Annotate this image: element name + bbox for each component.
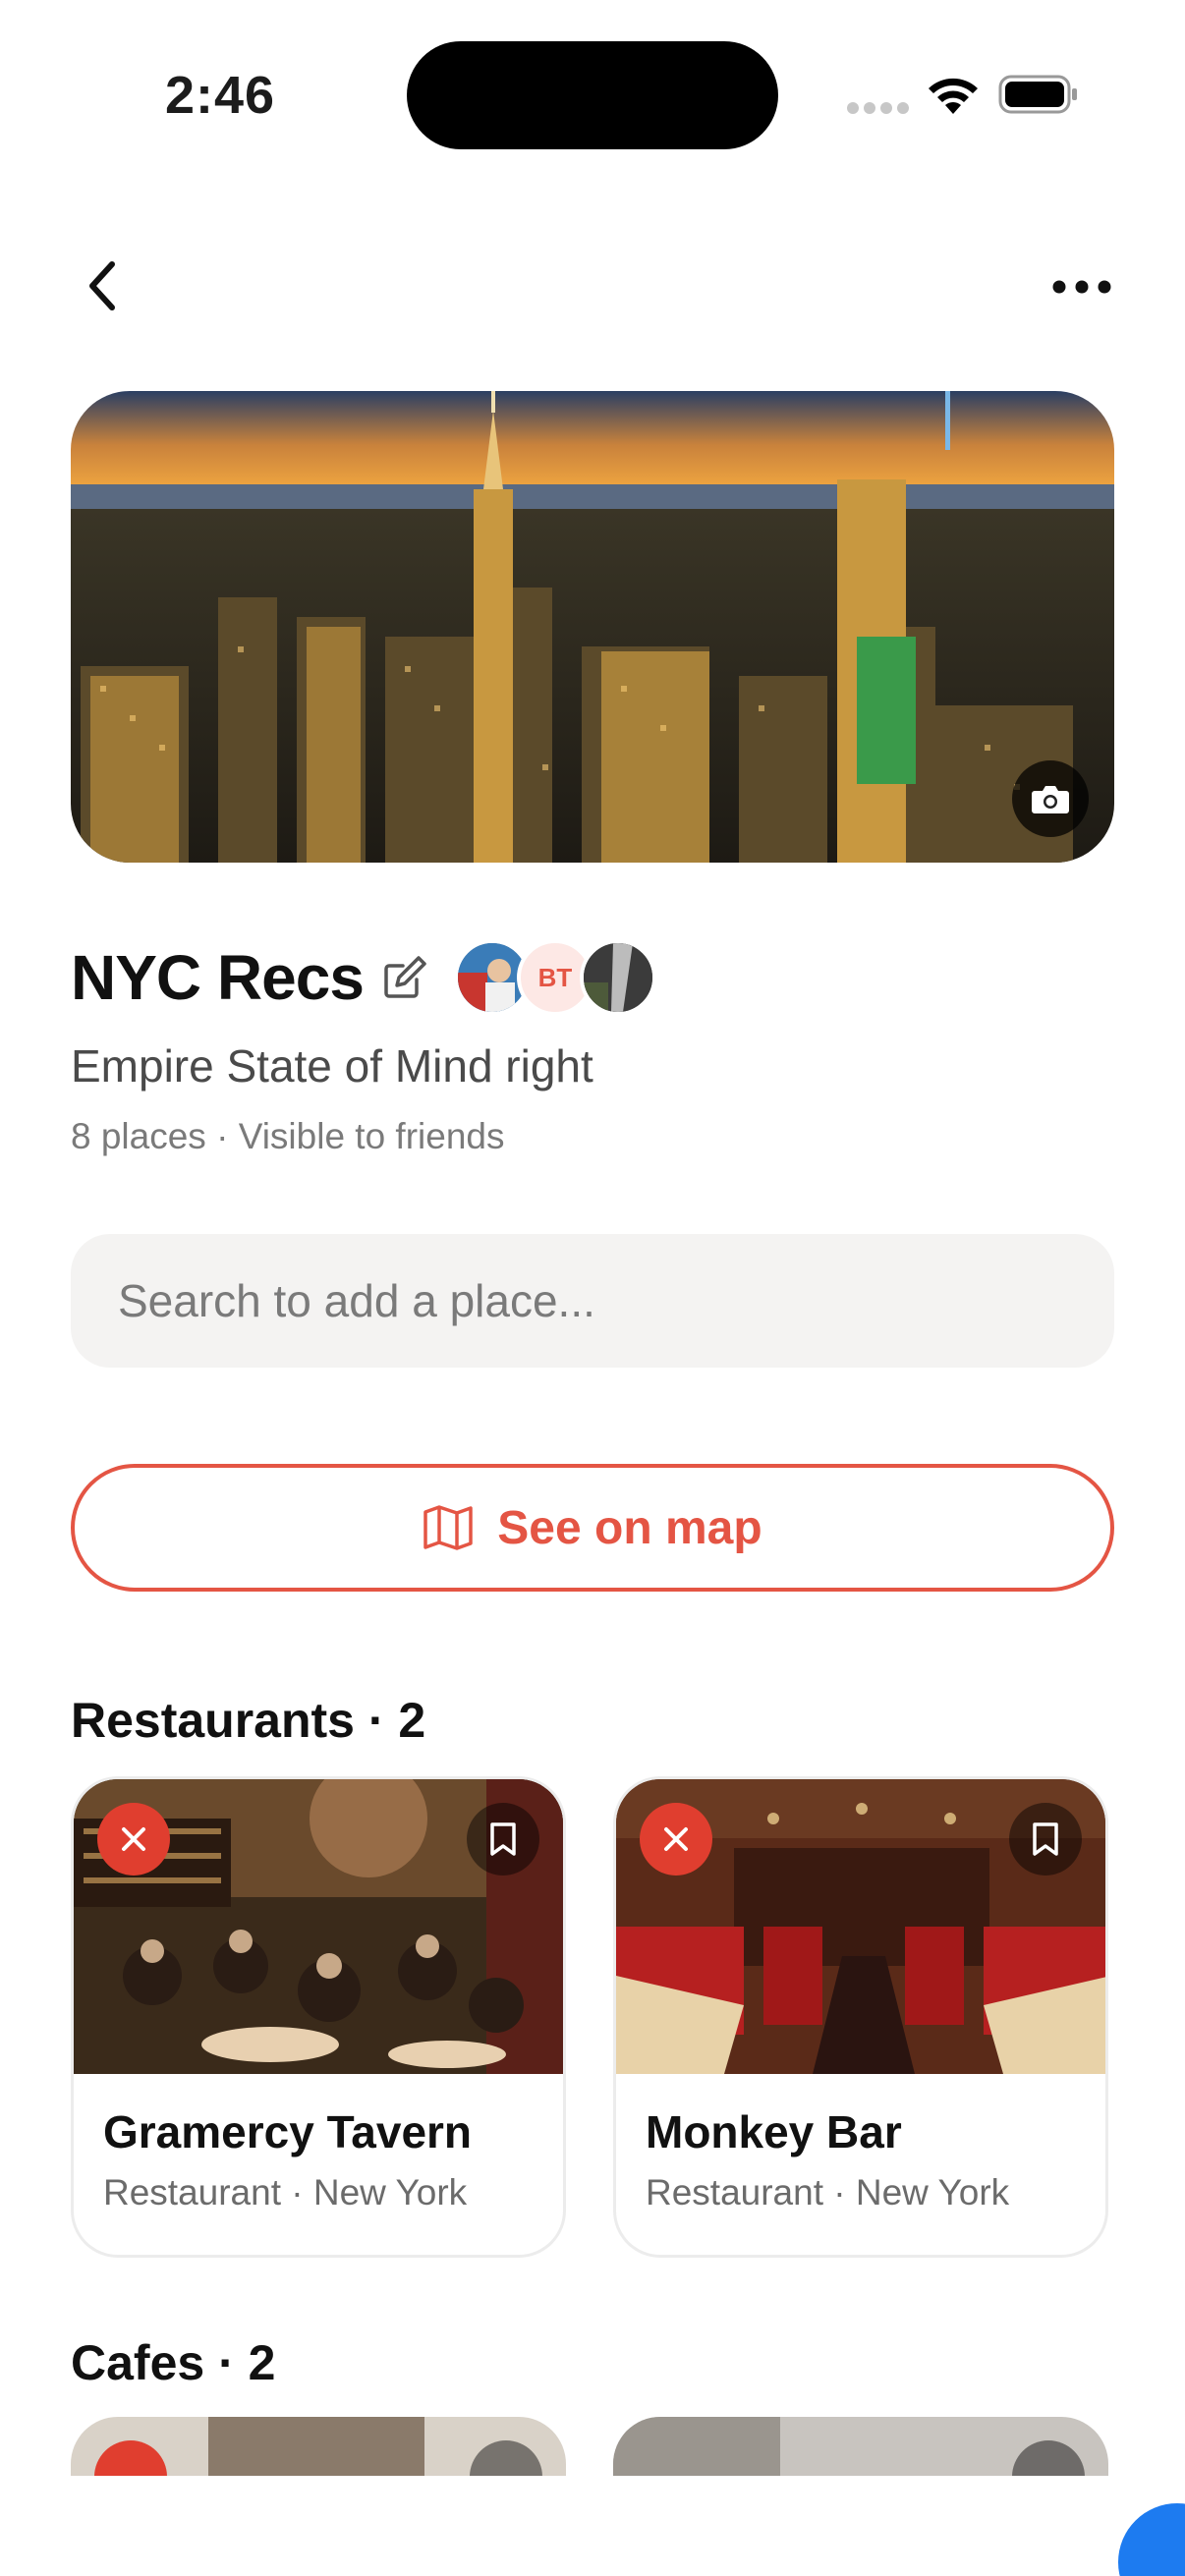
place-card[interactable]: Monkey Bar Restaurant · New York — [613, 1776, 1108, 2258]
list-title: NYC Recs — [71, 942, 365, 1013]
change-cover-button[interactable] — [1012, 760, 1089, 837]
close-icon — [122, 1827, 145, 1851]
bookmark-icon — [490, 1822, 516, 1856]
city-skyline-photo — [71, 391, 1114, 863]
status-time: 2:46 — [165, 66, 276, 125]
place-card[interactable]: Gramercy Tavern Restaurant · New York — [71, 1776, 566, 2258]
remove-place-button[interactable] — [94, 2440, 167, 2476]
avatar-initials: BT — [537, 962, 573, 992]
bookmark-button[interactable] — [1009, 1803, 1082, 1876]
list-cover-image[interactable] — [71, 391, 1114, 863]
avatar — [579, 939, 656, 1016]
place-photo — [208, 2417, 424, 2476]
list-meta: 8 places · Visible to friends — [71, 1116, 505, 1156]
place-subtitle: Restaurant · New York — [103, 2172, 468, 2212]
dynamic-island — [407, 41, 778, 149]
bookmark-button[interactable] — [467, 1803, 539, 1876]
section-title-cafes: Cafes · 2 — [71, 2335, 276, 2390]
floating-action-button[interactable] — [1118, 2503, 1185, 2576]
search-placeholder: Search to add a place... — [118, 1275, 595, 1326]
place-card[interactable] — [71, 2417, 566, 2476]
see-on-map-button[interactable]: See on map — [71, 1464, 1114, 1592]
place-subtitle: Restaurant · New York — [646, 2172, 1010, 2212]
see-on-map-label: See on map — [497, 1501, 762, 1554]
more-options-button[interactable] — [1047, 265, 1116, 308]
chevron-left-icon — [89, 261, 115, 310]
search-input[interactable]: Search to add a place... — [71, 1234, 1114, 1368]
list-header: NYC Recs BT — [71, 933, 656, 1022]
bookmark-icon — [1033, 1822, 1058, 1856]
back-button[interactable] — [77, 252, 128, 320]
status-bar: 2:46 — [0, 0, 1185, 187]
place-name: Gramercy Tavern — [103, 2106, 473, 2157]
close-icon — [664, 1827, 688, 1851]
remove-place-button[interactable] — [97, 1803, 170, 1876]
map-icon — [423, 1505, 474, 1550]
wifi-icon — [929, 78, 978, 114]
bookmark-button[interactable] — [470, 2440, 542, 2476]
bookmark-button[interactable] — [1012, 2440, 1085, 2476]
place-name: Monkey Bar — [646, 2106, 902, 2157]
cafes-cards-row — [0, 2417, 1185, 2476]
remove-place-button[interactable] — [640, 1803, 712, 1876]
camera-icon — [1032, 786, 1069, 813]
battery-icon — [998, 75, 1077, 114]
place-card[interactable] — [613, 2417, 1108, 2476]
cellular-signal-icon — [847, 102, 909, 116]
edit-icon[interactable] — [381, 954, 428, 1001]
list-description: Empire State of Mind right — [71, 1040, 593, 1092]
more-horizontal-icon — [1052, 280, 1111, 294]
place-photo — [613, 2417, 780, 2476]
collaborator-avatars[interactable]: BT — [453, 939, 656, 1016]
section-title-restaurants: Restaurants · 2 — [71, 1693, 426, 1748]
